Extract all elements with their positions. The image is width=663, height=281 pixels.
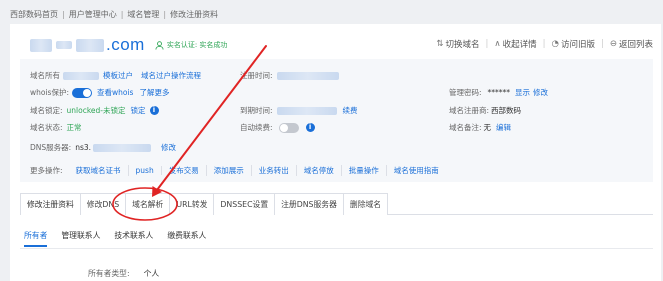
blurred-regtime: [276, 71, 339, 80]
autorenew-row: 自动续费: i: [240, 122, 315, 133]
subtab-tech-contact[interactable]: 技术联系人: [114, 230, 153, 247]
breadcrumb-domain-mgmt[interactable]: 域名管理: [127, 9, 159, 20]
regtime-label: 注册时间:: [240, 71, 273, 80]
header-tools: ⇅ 切换域名 | ∧ 收起详情 | ◔ 访问旧版 | ⊖ 返回列表: [436, 38, 653, 50]
edit-note-link[interactable]: 编辑: [496, 122, 511, 133]
breadcrumb-current: 修改注册资料: [170, 9, 219, 19]
switch-domain-button[interactable]: ⇅ 切换域名: [436, 38, 479, 50]
verify-text: 实名认证: 实名成功: [166, 41, 228, 49]
tab-dnssec[interactable]: DNSSEC设置: [213, 193, 276, 215]
blurred-domain-name: [56, 41, 72, 49]
breadcrumb-home[interactable]: 西部数码首页: [10, 9, 58, 20]
blurred-owner: [63, 71, 99, 80]
op-park-domain[interactable]: 域名停放: [297, 164, 342, 176]
status-value: 正常: [66, 123, 82, 132]
domain-suffix: .com: [106, 35, 145, 54]
password-value: ******: [487, 88, 511, 97]
contact-subtabs: 所有者 管理联系人 技术联系人 缴费联系人: [24, 230, 220, 247]
autorenew-label: 自动续费:: [240, 123, 273, 132]
note-value: 无: [483, 123, 492, 132]
op-add-display[interactable]: 添加展示: [207, 164, 252, 176]
lock-link[interactable]: 锁定: [131, 105, 146, 116]
more-operations: 更多操作: 获取域名证书 push 发布交易 添加展示 业务转出 域名停放 批量…: [30, 164, 446, 176]
blurred-domain-name: [30, 38, 52, 52]
op-usage-guide[interactable]: 域名使用指南: [387, 165, 446, 176]
registrar-value: 西部数码: [491, 106, 522, 115]
dns-value: ns3.: [75, 143, 92, 152]
dns-row: DNS服务器: ns3. 修改: [30, 142, 176, 153]
lock-row: 域名锁定: unlocked-未锁定 锁定 i: [30, 105, 159, 116]
owner-label: 域名所有: [30, 71, 60, 80]
edit-password-link[interactable]: 修改: [533, 87, 548, 98]
learn-more-link[interactable]: 了解更多: [139, 87, 169, 98]
back-to-list-button[interactable]: ⊖ 返回列表: [610, 38, 653, 50]
subtab-divider: [20, 248, 653, 249]
subtab-owner[interactable]: 所有者: [24, 230, 48, 247]
expire-label: 到期时间:: [240, 106, 273, 115]
op-publish-trade[interactable]: 发布交易: [162, 164, 207, 176]
breadcrumb-user-center[interactable]: 用户管理中心: [69, 9, 117, 20]
tab-url-forward[interactable]: URL转发: [169, 193, 215, 215]
tab-dns-resolution[interactable]: 域名解析: [125, 193, 171, 215]
main-card: .com 实名认证: 实名成功 ⇅ 切换域名 | ∧ 收起详情 | ◔ 访问旧版 | …: [10, 24, 661, 281]
regtime-row: 注册时间:: [240, 70, 339, 81]
tab-edit-registration[interactable]: 修改注册资料: [20, 193, 81, 215]
blurred-dns: [93, 143, 152, 152]
whois-label: whois保护:: [30, 88, 69, 97]
back-icon: ⊖: [609, 39, 617, 49]
blurred-domain-name: [76, 38, 104, 52]
subtab-billing-contact[interactable]: 缴费联系人: [167, 230, 206, 247]
status-row: 域名状态: 正常: [30, 122, 82, 133]
info-icon[interactable]: i: [305, 123, 315, 132]
transfer-guide-link[interactable]: 域名过户操作流程: [141, 70, 201, 81]
history-icon: ◔: [551, 39, 559, 49]
show-password-link[interactable]: 显示: [515, 87, 530, 98]
collapse-details-button[interactable]: ∧ 收起详情: [494, 38, 536, 50]
whois-row: whois保护: 查看whois 了解更多: [30, 87, 169, 98]
op-get-cert[interactable]: 获取域名证书: [69, 164, 129, 176]
switch-icon: ⇅: [436, 39, 444, 49]
expire-row: 到期时间: 续费: [240, 105, 358, 116]
note-row: 域名备注: 无 编辑: [449, 122, 511, 133]
registrar-label: 域名注册商:: [449, 106, 490, 115]
subtab-admin-contact[interactable]: 管理联系人: [61, 230, 100, 247]
whois-toggle[interactable]: [72, 87, 92, 98]
note-label: 域名备注:: [449, 123, 482, 132]
dns-edit-link[interactable]: 修改: [161, 142, 176, 153]
op-batch[interactable]: 批量操作: [342, 164, 387, 176]
template-transfer-link[interactable]: 模板过户: [103, 70, 133, 81]
lock-label: 域名锁定:: [30, 106, 63, 115]
info-icon[interactable]: i: [149, 106, 159, 115]
password-row: 管理密码: ****** 显示 修改: [449, 87, 548, 98]
status-label: 域名状态:: [30, 123, 63, 132]
op-push[interactable]: push: [129, 165, 162, 175]
user-verified-icon: [155, 40, 164, 50]
owner-type-label: 所有者类型:: [88, 269, 130, 278]
registrar-row: 域名注册商: 西部数码: [449, 105, 521, 116]
more-ops-label: 更多操作:: [30, 165, 63, 175]
blurred-expire: [276, 106, 337, 115]
renew-link[interactable]: 续费: [343, 105, 358, 116]
autorenew-toggle[interactable]: [278, 122, 299, 133]
view-whois-link[interactable]: 查看whois: [97, 87, 133, 98]
op-transfer-out[interactable]: 业务转出: [252, 164, 297, 176]
owner-type-value: 个人: [143, 269, 160, 278]
verify-status: 实名认证: 实名成功: [155, 40, 228, 50]
breadcrumb: 西部数码首页 | 用户管理中心 | 域名管理 | 修改注册资料: [10, 9, 219, 20]
dns-label: DNS服务器:: [30, 143, 72, 152]
domain-header: .com 实名认证: 实名成功: [30, 34, 227, 56]
tab-delete-domain[interactable]: 删除域名: [342, 193, 389, 215]
owner-type-row: 所有者类型: 个人: [88, 268, 159, 279]
function-tabs: 修改注册资料 修改DNS 域名解析 URL转发 DNSSEC设置 注册DNS服务…: [20, 193, 653, 215]
owner-row: 域名所有 模板过户 域名过户操作流程: [30, 70, 201, 81]
password-label: 管理密码:: [449, 88, 482, 97]
lock-value: unlocked-未锁定: [66, 106, 126, 115]
collapse-icon: ∧: [494, 39, 501, 49]
old-version-button[interactable]: ◔ 访问旧版: [552, 38, 595, 50]
tab-edit-dns[interactable]: 修改DNS: [79, 193, 127, 215]
tab-register-dns-server[interactable]: 注册DNS服务器: [274, 193, 344, 215]
